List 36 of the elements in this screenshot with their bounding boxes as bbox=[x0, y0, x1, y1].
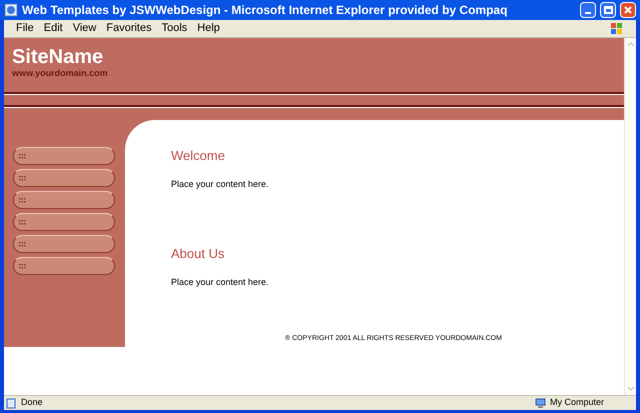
grip-icon bbox=[19, 264, 26, 268]
close-button[interactable] bbox=[620, 2, 636, 18]
minimize-button[interactable] bbox=[580, 2, 596, 18]
nav-button[interactable] bbox=[13, 191, 115, 209]
section-heading: About Us bbox=[171, 245, 226, 263]
nav-button[interactable] bbox=[13, 147, 115, 165]
scrollbar[interactable] bbox=[624, 38, 636, 395]
maximize-button[interactable] bbox=[600, 2, 616, 18]
menu-item[interactable]: Tools bbox=[162, 20, 188, 37]
grip-icon bbox=[19, 198, 26, 202]
site-domain: www.yourdomain.com bbox=[12, 68, 109, 78]
menu-item[interactable]: View bbox=[72, 20, 96, 37]
grip-icon bbox=[19, 154, 26, 158]
nav-button[interactable] bbox=[13, 169, 115, 187]
section-text: Place your content here. bbox=[171, 178, 270, 191]
menu-item[interactable]: File bbox=[16, 20, 34, 37]
site-name: SiteName bbox=[12, 46, 104, 68]
page-icon bbox=[6, 398, 17, 408]
windows-logo-icon bbox=[610, 22, 624, 36]
section-text: Place your content here. bbox=[171, 276, 270, 289]
menu-item[interactable]: Help bbox=[197, 20, 220, 37]
browser-icon bbox=[4, 3, 18, 17]
grip-icon bbox=[19, 220, 26, 224]
nav-button[interactable] bbox=[13, 257, 115, 275]
grip-icon bbox=[19, 176, 26, 180]
close-icon bbox=[623, 5, 633, 15]
section-heading: Welcome bbox=[171, 147, 226, 165]
menu-item[interactable]: Favorites bbox=[106, 20, 152, 37]
status-text: Done bbox=[21, 396, 44, 410]
nav-button[interactable] bbox=[13, 235, 115, 253]
nav-button[interactable] bbox=[13, 213, 115, 231]
menu-item[interactable]: Edit bbox=[44, 20, 63, 37]
grip-icon bbox=[19, 242, 26, 246]
computer-icon bbox=[535, 398, 546, 408]
window-title: Web Templates by JSWWebDesign - Microsoft Internet Explorer provided by Compaq bbox=[22, 2, 508, 19]
zone-text: My Computer bbox=[550, 396, 606, 410]
